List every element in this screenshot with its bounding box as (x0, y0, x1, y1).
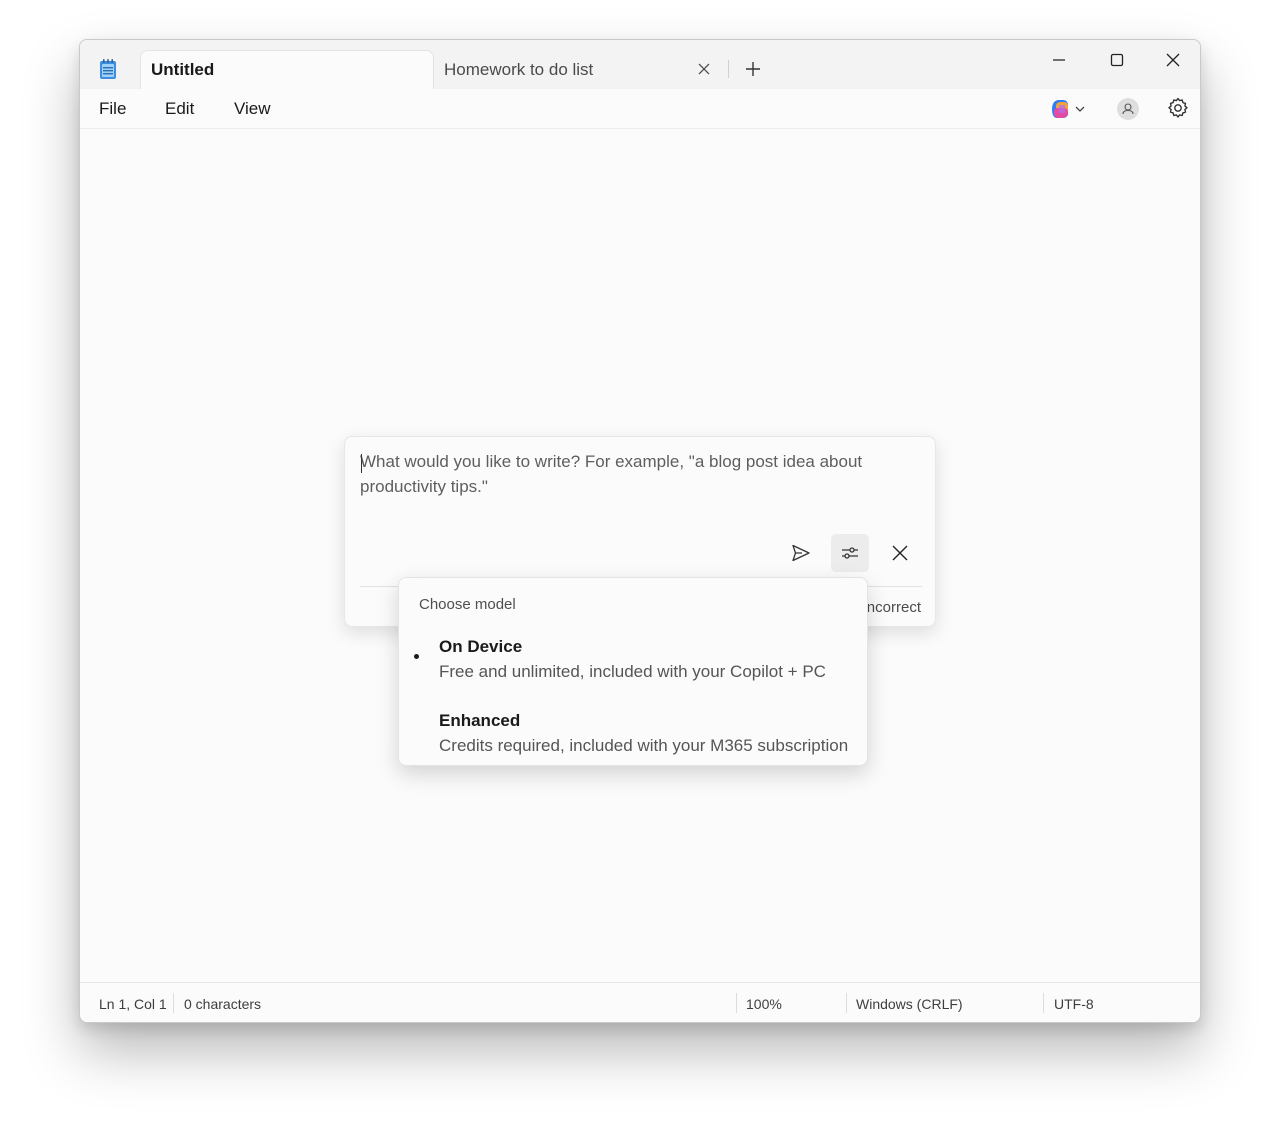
line-endings[interactable]: Windows (CRLF) (856, 996, 963, 1012)
menu-file[interactable]: File (99, 99, 126, 119)
dismiss-button[interactable] (881, 534, 919, 572)
status-divider (736, 993, 737, 1013)
text-caret (361, 454, 362, 473)
cursor-position: Ln 1, Col 1 (99, 996, 167, 1012)
copilot-icon (1052, 100, 1085, 118)
option-title: On Device (439, 637, 523, 656)
send-icon (792, 544, 810, 562)
selected-indicator (414, 654, 419, 659)
zoom-level[interactable]: 100% (746, 996, 782, 1012)
choose-model-menu: Choose model On Device Free and unlimite… (398, 577, 868, 766)
tab-untitled[interactable]: Untitled (140, 50, 434, 90)
maximize-icon[interactable] (1106, 52, 1128, 74)
status-divider (846, 993, 847, 1013)
plus-icon[interactable] (744, 60, 762, 78)
model-options-button[interactable] (831, 534, 869, 572)
model-option-enhanced[interactable]: Enhanced Credits required, included with… (399, 711, 867, 773)
model-option-on-device[interactable]: On Device Free and unlimited, included w… (399, 637, 867, 699)
close-icon (892, 545, 908, 561)
option-description: Credits required, included with your M36… (439, 736, 849, 755)
menu-header: Choose model (419, 596, 516, 613)
tab-label: Untitled (151, 60, 215, 79)
tab-homework-to-do-list[interactable]: Homework to do list (436, 50, 720, 88)
close-icon[interactable] (696, 61, 712, 77)
send-button[interactable] (782, 534, 820, 572)
option-title: Enhanced (439, 711, 521, 730)
menu-edit[interactable]: Edit (165, 99, 194, 119)
minimize-icon[interactable] (1048, 52, 1070, 74)
gear-icon[interactable] (1166, 96, 1190, 120)
character-count: 0 characters (184, 996, 262, 1012)
feedback-text: Incorrect (862, 599, 921, 616)
account-icon[interactable] (1117, 98, 1139, 120)
option-description: Free and unlimited, included with your C… (439, 662, 826, 681)
status-divider (173, 993, 174, 1013)
status-divider (1043, 993, 1044, 1013)
encoding[interactable]: UTF-8 (1054, 996, 1094, 1012)
menu-view[interactable]: View (234, 99, 271, 119)
tab-divider (728, 60, 729, 78)
title-bar: Untitled Homework to do list (80, 40, 1200, 90)
copilot-button[interactable] (1048, 97, 1090, 121)
sliders-icon (842, 547, 858, 559)
status-bar: Ln 1, Col 1 0 characters 100% Windows (C… (80, 982, 1200, 1022)
tab-label: Homework to do list (444, 60, 594, 79)
close-icon[interactable] (1162, 52, 1184, 74)
menu-bar: File Edit View (80, 89, 1200, 129)
notepad-icon (98, 58, 118, 80)
prompt-input[interactable] (360, 449, 920, 509)
